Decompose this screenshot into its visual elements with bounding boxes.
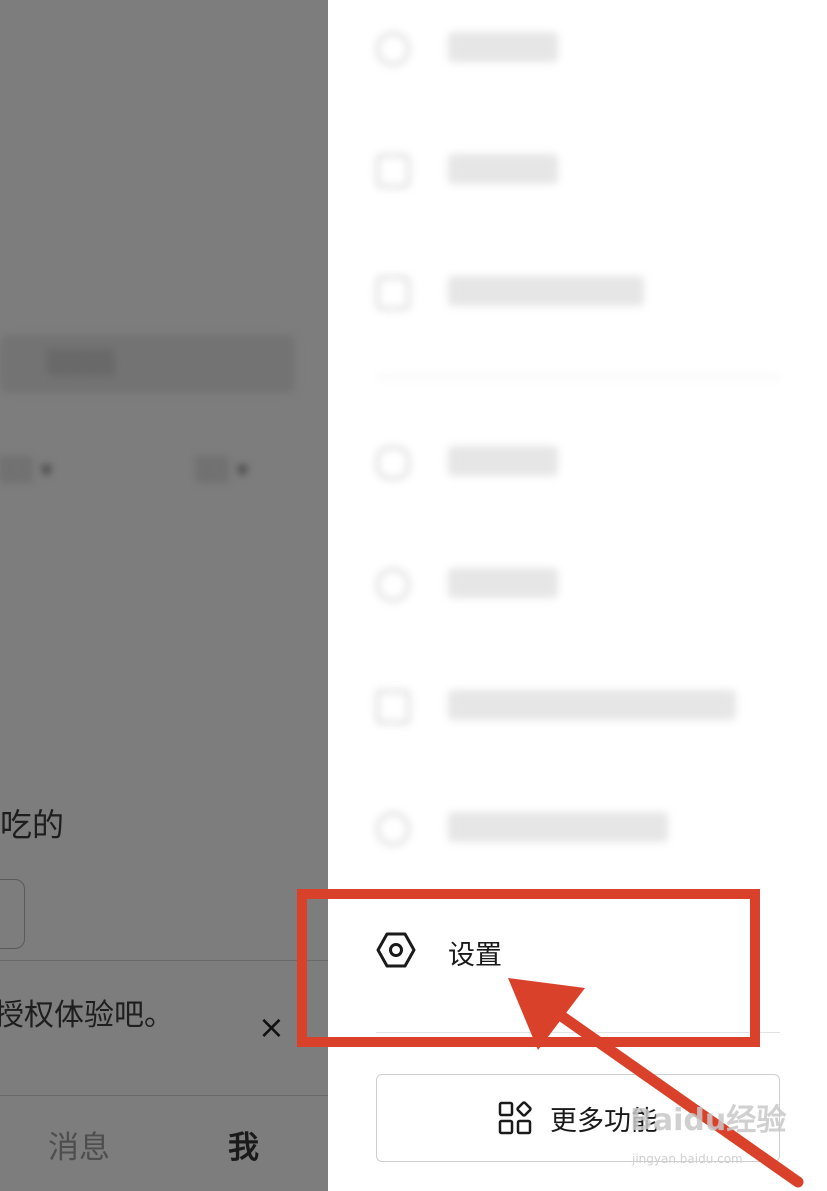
background-app: ░░░░ ░░ ▾ ░░ ▾ 吃的 授权体验吧。 × 消息 我 [0,0,328,1191]
tab-messages[interactable]: 消息 [48,1122,110,1167]
blurred-menu-icon [376,276,410,310]
blurred-menu-label [448,568,558,598]
blurred-menu-icon [376,812,410,846]
blurred-menu-item[interactable] [376,676,776,736]
blurred-menu-icon [376,154,410,188]
blurred-sort-left: ░░ ▾ [0,458,52,483]
blurred-menu-icon [376,568,410,602]
blurred-menu-label [448,276,644,306]
blurred-menu-item[interactable] [376,554,776,614]
watermark-brand: Baidu经验 [630,1103,787,1138]
tab-me[interactable]: 我 [228,1122,259,1167]
blurred-menu-icon [376,446,410,480]
blurred-button: ░░░░ [0,335,295,393]
blurred-menu-label [448,446,558,476]
notice-text: 授权体验吧。 [0,998,174,1033]
blurred-menu-label [448,32,558,62]
blurred-menu-label [448,690,736,720]
blurred-sort-right: ░░ ▾ [196,458,248,483]
blurred-menu-item[interactable] [376,432,776,492]
partial-title-text: 吃的 [0,806,65,844]
blurred-menu-label [448,154,558,184]
blurred-menu-item[interactable] [376,262,776,322]
divider [0,960,328,961]
blurred-menu-item[interactable] [376,140,776,200]
blurred-menu-icon [376,32,410,66]
partial-input-box[interactable] [0,879,25,949]
close-icon[interactable]: × [258,1008,285,1046]
blurred-menu-item[interactable] [376,798,776,858]
blurred-menu-item[interactable] [376,18,776,78]
blurred-menu-label [448,812,668,842]
blurred-menu-icon [376,690,410,724]
watermark-url: jingyan.baidu.com [632,1152,743,1166]
drawer-divider [376,376,780,378]
tabbar-divider [0,1095,328,1096]
